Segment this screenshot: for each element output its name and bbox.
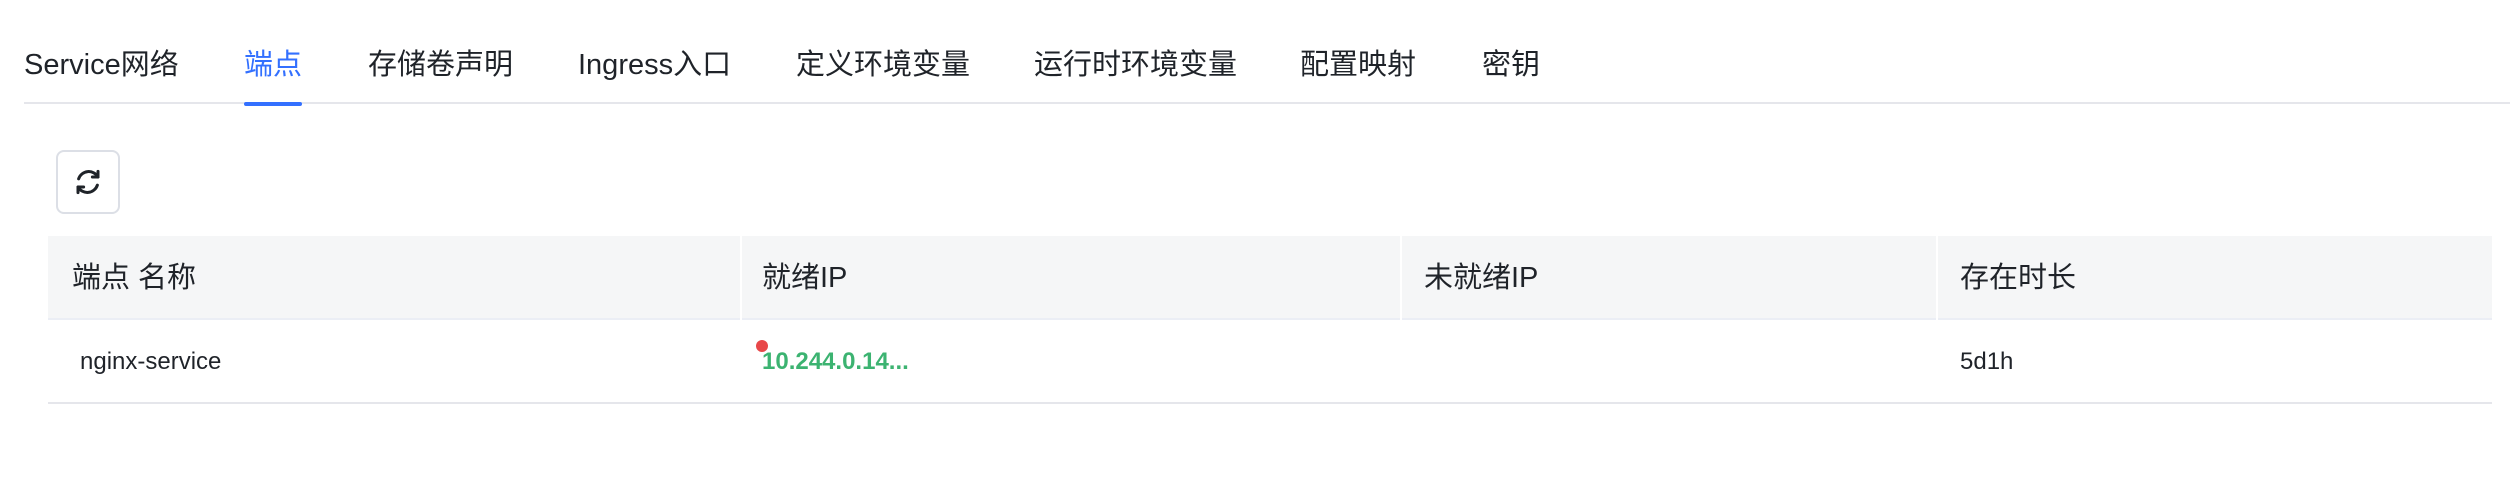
endpoints-table: 端点 名称 就绪IP 未就绪IP 存在时长 nginx-service 10.2… (48, 236, 2492, 404)
tab-configmap[interactable]: 配置映射 (1300, 44, 1416, 104)
table-row[interactable]: nginx-service 10.244.0.14... 5d1h (48, 320, 2492, 404)
refresh-icon (73, 167, 103, 197)
tab-endpoints[interactable]: 端点 (244, 44, 303, 106)
tab-secrets[interactable]: 密钥 (1482, 44, 1540, 104)
column-divider[interactable] (1400, 236, 1402, 320)
column-header-not-ready-ip: 未就绪IP (1424, 262, 1539, 294)
column-header-ready-ip: 就绪IP (762, 262, 848, 294)
column-divider[interactable] (1936, 236, 1938, 320)
refresh-button[interactable] (56, 150, 120, 214)
ready-ip[interactable]: 10.244.0.14... (762, 320, 909, 404)
tab-bar: Service网络 端点 存储卷声明 Ingress入口 定义环境变量 运行时环… (24, 0, 2510, 106)
column-divider[interactable] (740, 236, 742, 320)
table-header: 端点 名称 就绪IP 未就绪IP 存在时长 (48, 236, 2492, 320)
endpoint-name: nginx-service (80, 348, 222, 375)
tab-ingress[interactable]: Ingress入口 (578, 44, 731, 104)
column-header-age: 存在时长 (1960, 262, 2077, 294)
tab-pvc[interactable]: 存储卷声明 (368, 44, 513, 104)
tab-runtime-env[interactable]: 运行时环境变量 (1034, 44, 1237, 104)
column-header-name: 端点 名称 (72, 262, 197, 294)
tab-defined-env[interactable]: 定义环境变量 (796, 44, 970, 104)
endpoint-age: 5d1h (1960, 348, 2014, 375)
table-body: nginx-service 10.244.0.14... 5d1h (48, 320, 2492, 404)
tab-service-network[interactable]: Service网络 (24, 44, 179, 104)
